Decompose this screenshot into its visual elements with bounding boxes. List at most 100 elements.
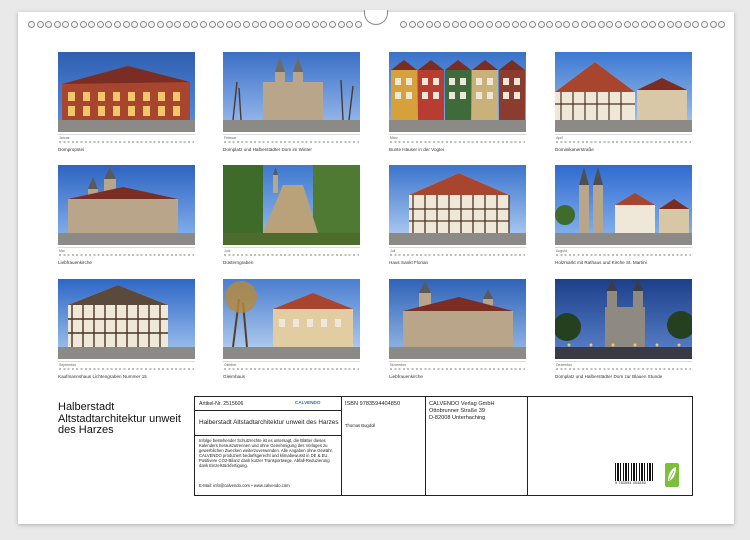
binding-hole [79,21,87,28]
calendar-back-sheet: Januar Dompropstei Februar Domplatz und Ha… [18,10,734,524]
binding-hole [268,21,276,28]
publisher-address: CALVENDO Verlag GmbH Ottobrunner Straße … [429,401,495,421]
binding-hole [286,21,293,28]
isbn: ISBN 9783594404850 [345,401,401,407]
divider [527,397,528,495]
publisher-street: Ottobrunner Straße 39 [429,407,485,414]
month-photo [389,52,526,132]
binding-hole [217,21,225,28]
legal-text: Infolge bestehender Schutzrechte ist es … [199,438,333,468]
month-caption: Bunte Häuser in der Vogtei [389,147,444,152]
month-tile: April Dominikanerstraße [555,52,692,152]
mini-calendar-strip: Mai [58,247,195,258]
binding-hole [148,21,156,28]
day-row [390,254,525,256]
binding-hole [131,21,139,28]
binding-hole [114,21,121,28]
binding-hole [718,21,726,28]
month-caption: Liebfrauenkirche [389,374,423,379]
binding-hole [354,21,362,28]
binding-hole [71,21,78,28]
month-name: September [59,363,77,367]
binding-hole [165,21,173,28]
binding-hole [294,21,302,28]
binding-hole [640,21,648,28]
mini-calendar-strip: Januar [58,134,195,145]
month-tile: März Bunte Häuser in der Vogtei [389,52,526,152]
mini-calendar-strip: April [555,134,692,145]
binding-hole [494,21,502,28]
binding-hole [408,21,416,28]
binding-hole [96,21,104,28]
binding-hole [554,21,562,28]
month-name: Mai [59,249,65,253]
binding-hole [537,21,545,28]
binding-hole [468,21,476,28]
month-tile: Oktober Gleimhaus [223,279,360,379]
binding-hole [511,21,519,28]
product-title: Halberstadt Altstadtarchitektur unweit d… [199,419,339,426]
day-row [224,141,359,143]
binding-hole [208,21,216,28]
month-tile: Januar Dompropstei [58,52,195,152]
month-tile: Juni Düsterngraben [223,165,360,265]
mini-calendar-strip: Juli [389,247,526,258]
binding-hole [88,21,96,28]
binding-hole [486,21,493,28]
month-caption: Dominikanerstraße [555,147,594,152]
binding-hole [251,21,259,28]
month-name: August [556,249,567,253]
binding-hole [563,21,571,28]
month-caption: Kaufmannshaus Lichtengraben Nummer 15 [58,374,147,379]
binding-hole [200,21,207,28]
day-row [59,254,194,256]
month-name: Juni [224,249,231,253]
binding-hole [615,21,622,28]
binding-hole [649,21,657,28]
month-tile: August Holzmarkt mit Rathaus und Kirche S… [555,165,692,265]
binding-hole [443,21,450,28]
binding-hole [709,21,717,28]
eco-leaf-icon [665,463,679,487]
binding-hole [572,21,579,28]
month-name: Dezember [556,363,573,367]
binding-hole [182,21,190,28]
binding-hole [623,21,631,28]
binding-hole [329,21,336,28]
binding-hole [477,21,485,28]
binding-hole [320,21,328,28]
barcode-bars [615,463,655,481]
barcode-number: 9 783594 404850 [615,481,646,485]
binding-hole [234,21,242,28]
month-caption: Dompropstei [58,147,85,152]
binding-hole [632,21,640,28]
binding-hole [675,21,683,28]
divider [341,397,342,495]
month-photo [58,52,195,132]
month-tile: Dezember Domplatz und Halberstädter Dom z… [555,279,692,379]
binding-hole [434,21,442,28]
binding-hole [277,21,285,28]
binding-hole [36,21,44,28]
month-name: Oktober [224,363,237,367]
mini-calendar-strip: Oktober [223,361,360,372]
binding-hole [683,21,691,28]
binding-hole [225,21,233,28]
day-row [556,368,691,370]
mini-calendar-strip: Dezember [555,361,692,372]
product-info-box: Artikel-Nr. 2515606 CALVENDO Halberstadt… [194,396,693,496]
binding-hole [546,21,554,28]
binding-hole [139,21,147,28]
binding-hole [692,21,700,28]
month-caption: Domplatz und Halberstädter Dom im Winter [223,147,312,152]
month-photo [223,52,360,132]
month-photo [58,165,195,245]
binding-hole [503,21,511,28]
month-tile: Juli Haus Sankt Florian [389,165,526,265]
month-name: Januar [59,136,70,140]
binding-hole [346,21,354,28]
month-caption: Düsterngraben [223,260,254,265]
binding-hole [520,21,528,28]
divider [195,410,341,411]
binding-hole [589,21,597,28]
